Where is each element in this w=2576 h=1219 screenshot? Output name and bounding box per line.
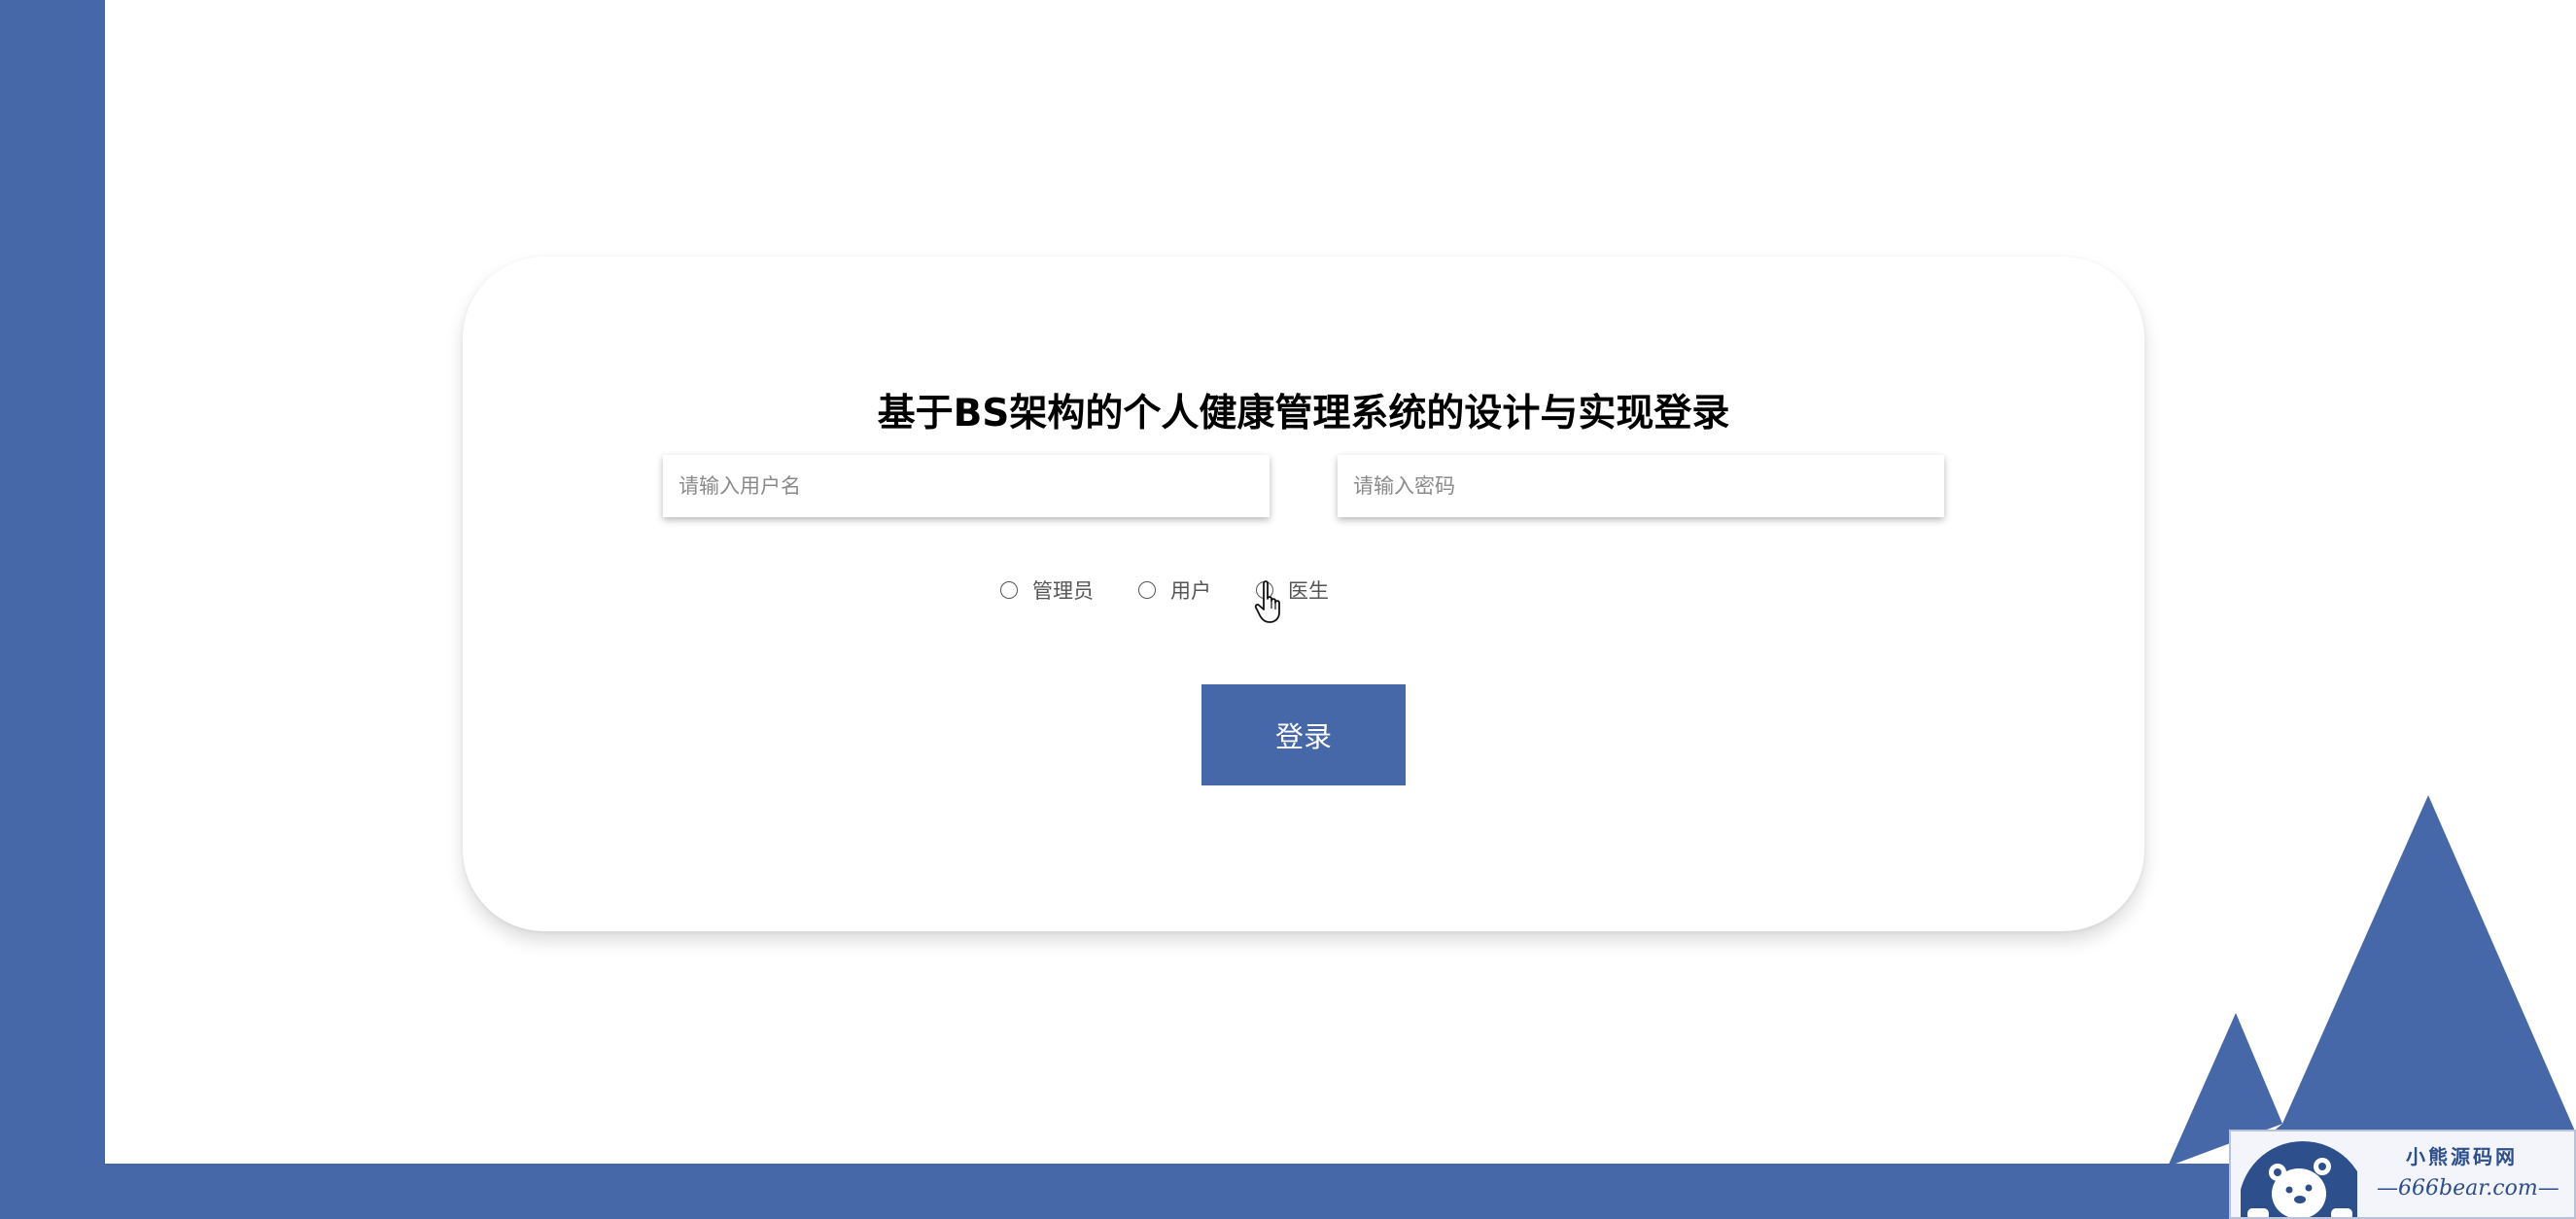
bear-logo-icon [2241,1141,2357,1217]
watermark-url: —666bear.com— [2377,1176,2559,1201]
username-input[interactable] [663,455,1270,517]
role-label-user: 用户 [1170,579,1211,603]
username-field[interactable] [663,455,1270,517]
watermark-badge: 小熊源码网 —666bear.com— [2229,1130,2576,1219]
role-option-admin[interactable]: 管理员 [1000,575,1094,605]
login-button[interactable]: 登录 [1201,684,1406,785]
login-card: 基于BS架构的个人健康管理系统的设计与实现登录 管理员 用户 医生 登录 [463,257,2144,931]
role-option-doctor[interactable]: 医生 [1256,575,1329,605]
left-accent-bar [0,0,105,1219]
role-label-admin: 管理员 [1032,579,1094,603]
password-input[interactable] [1338,455,1944,517]
role-option-user[interactable]: 用户 [1138,575,1211,605]
page-title: 基于BS架构的个人健康管理系统的设计与实现登录 [877,392,1730,435]
radio-doctor[interactable] [1256,581,1273,599]
role-radio-group: 管理员 用户 医生 [1000,575,1329,605]
role-label-doctor: 医生 [1288,579,1329,603]
watermark-name: 小熊源码网 [2406,1145,2518,1168]
password-field[interactable] [1338,455,1944,517]
radio-admin[interactable] [1000,581,1018,599]
radio-user[interactable] [1138,581,1156,599]
